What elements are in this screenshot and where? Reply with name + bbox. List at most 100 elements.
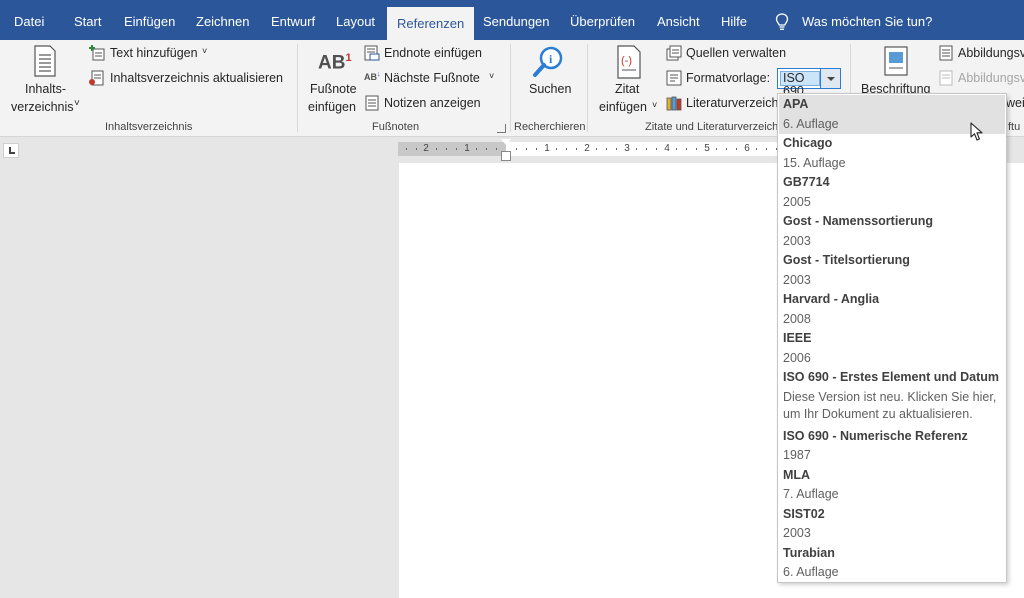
- style-option[interactable]: Turabian 6. Auflage: [779, 544, 1005, 583]
- style-option-name: APA: [783, 97, 809, 111]
- manage-sources-button[interactable]: Quellen verwalten: [686, 46, 786, 60]
- tab-entwurf[interactable]: Entwurf: [271, 0, 315, 40]
- add-text-icon: [89, 45, 105, 61]
- ruler-tick: [766, 148, 767, 150]
- first-line-indent-marker[interactable]: [501, 139, 511, 145]
- update-toc-button[interactable]: Inhaltsverzeichnis aktualisieren: [110, 71, 283, 85]
- ruler-tick: [436, 148, 437, 150]
- insert-endnote-button[interactable]: Endnote einfügen: [384, 46, 482, 60]
- bibliography-button[interactable]: Literaturverzeich: [686, 96, 778, 110]
- tab-hilfe[interactable]: Hilfe: [721, 0, 747, 40]
- left-indent-marker[interactable]: [501, 151, 511, 161]
- style-option[interactable]: ISO 690 - Numerische Referenz 1987: [779, 427, 1005, 466]
- tab-layout[interactable]: Layout: [336, 0, 375, 40]
- ruler-tick: [496, 148, 497, 150]
- ruler-tick: [676, 148, 677, 150]
- tab-selector-icon[interactable]: [3, 143, 19, 158]
- insert-citation-line1[interactable]: Zitat: [615, 82, 639, 96]
- insert-footnote-line1[interactable]: Fußnote: [310, 82, 357, 96]
- add-text-dropdown-icon[interactable]: ˅: [202, 46, 207, 56]
- group-separator: [510, 44, 511, 132]
- insert-citation-dropdown-icon[interactable]: ˅: [652, 100, 657, 110]
- citation-style-value[interactable]: ISO 690: [780, 71, 820, 98]
- ruler-tick: [716, 148, 717, 150]
- insert-table-of-figures-button[interactable]: Abbildungsv: [958, 46, 1024, 60]
- add-text-button[interactable]: Text hinzufügen: [110, 46, 198, 60]
- style-option[interactable]: ISO 690 - Erstes Element und Datum Diese …: [779, 368, 1005, 427]
- ruler-tick: [696, 148, 697, 150]
- style-option[interactable]: MLA 7. Auflage: [779, 466, 1005, 505]
- next-footnote-button[interactable]: Nächste Fußnote: [384, 71, 480, 85]
- tab-ueberpruefen[interactable]: Überprüfen: [570, 0, 635, 40]
- ruler-tick: [686, 148, 687, 150]
- ruler-tick: [726, 148, 727, 150]
- tab-ansicht[interactable]: Ansicht: [657, 0, 700, 40]
- ruler-tick: [636, 148, 637, 150]
- ruler-tick: [536, 148, 537, 150]
- ruler-tick: [656, 148, 657, 150]
- ruler-number: 2: [584, 143, 590, 154]
- style-option[interactable]: IEEE 2006: [779, 329, 1005, 368]
- next-footnote-dropdown-icon[interactable]: ˅: [489, 71, 494, 81]
- footnote-icon: AB1: [318, 52, 352, 74]
- ruler-number: 2: [423, 143, 429, 154]
- tab-start[interactable]: Start: [74, 0, 101, 40]
- ruler-tick: [646, 148, 647, 150]
- search-icon: i: [533, 46, 563, 77]
- svg-text:(-): (-): [621, 55, 632, 67]
- ruler-tick: [556, 148, 557, 150]
- ruler-tick: [526, 148, 527, 150]
- ruler-number: 3: [624, 143, 630, 154]
- citation-style-label: Formatvorlage:: [686, 71, 771, 85]
- insert-citation-line2[interactable]: einfügen: [599, 100, 647, 114]
- tab-datei[interactable]: Datei: [14, 0, 44, 40]
- insert-citation-icon: (-): [617, 45, 641, 79]
- toc-dropdown-icon[interactable]: ˅: [74, 98, 80, 109]
- style-option[interactable]: Gost - Namenssortierung 2003: [779, 212, 1005, 251]
- group-label-footnotes: Fußnoten: [372, 121, 420, 133]
- insert-caption-icon: [884, 46, 908, 76]
- footnote-icon-sup: 1: [345, 52, 352, 64]
- footnotes-dialog-launcher-icon[interactable]: [497, 124, 506, 133]
- tell-me-search[interactable]: Was möchten Sie tun?: [802, 0, 932, 40]
- next-footnote-icon: AB↓: [364, 69, 381, 82]
- table-of-contents-icon: [34, 45, 56, 77]
- smart-lookup-button[interactable]: Suchen: [529, 82, 571, 96]
- ruler-tick: [566, 148, 567, 150]
- style-option-detail: 6. Auflage: [783, 565, 839, 579]
- show-notes-icon: [365, 95, 379, 111]
- ruler-tick: [606, 148, 607, 150]
- style-option[interactable]: Harvard - Anglia 2008: [779, 290, 1005, 329]
- style-option[interactable]: SIST02 2003: [779, 505, 1005, 544]
- style-option-detail: 2003: [783, 233, 811, 248]
- style-option-detail: um Ihr Dokument zu aktualisieren.: [783, 406, 973, 421]
- ruler-tick: [406, 148, 407, 150]
- style-option[interactable]: Gost - Titelsortierung 2003: [779, 251, 1005, 290]
- insert-endnote-icon: [364, 45, 380, 61]
- style-option-detail: 2003: [783, 272, 811, 287]
- group-label-toc: Inhaltsverzeichnis: [105, 121, 193, 133]
- cross-reference-button[interactable]: weis: [1006, 96, 1024, 110]
- toc-button-line1[interactable]: Inhalts-: [25, 82, 66, 96]
- ribbon-tab-bar: Datei Start Einfügen Zeichnen Entwurf La…: [0, 0, 1024, 40]
- style-option-detail: 2008: [783, 311, 811, 326]
- citation-style-select[interactable]: ISO 690: [777, 68, 821, 98]
- style-option[interactable]: GB7714 2005: [779, 173, 1005, 212]
- tab-referenzen[interactable]: Referenzen: [387, 7, 475, 40]
- tab-zeichnen[interactable]: Zeichnen: [196, 0, 249, 40]
- toc-button-line2[interactable]: verzeichnis: [11, 100, 74, 114]
- style-option-name: Chicago: [783, 136, 833, 150]
- show-notes-button[interactable]: Notizen anzeigen: [384, 96, 481, 110]
- tab-sendungen[interactable]: Sendungen: [483, 0, 550, 40]
- ruler-number: 5: [704, 143, 710, 154]
- style-option-detail: 6. Auflage: [783, 116, 839, 131]
- manage-sources-icon: [666, 45, 682, 61]
- group-separator: [297, 44, 298, 132]
- ruler-tick: [576, 148, 577, 150]
- tab-einfuegen[interactable]: Einfügen: [124, 0, 175, 40]
- group-label-citations: Zitate und Literaturverzeichnis: [645, 121, 793, 133]
- group-separator: [587, 44, 588, 132]
- citation-style-dropdown-icon[interactable]: [821, 68, 841, 89]
- style-option-detail: 2006: [783, 350, 811, 365]
- insert-footnote-line2[interactable]: einfügen: [308, 100, 356, 114]
